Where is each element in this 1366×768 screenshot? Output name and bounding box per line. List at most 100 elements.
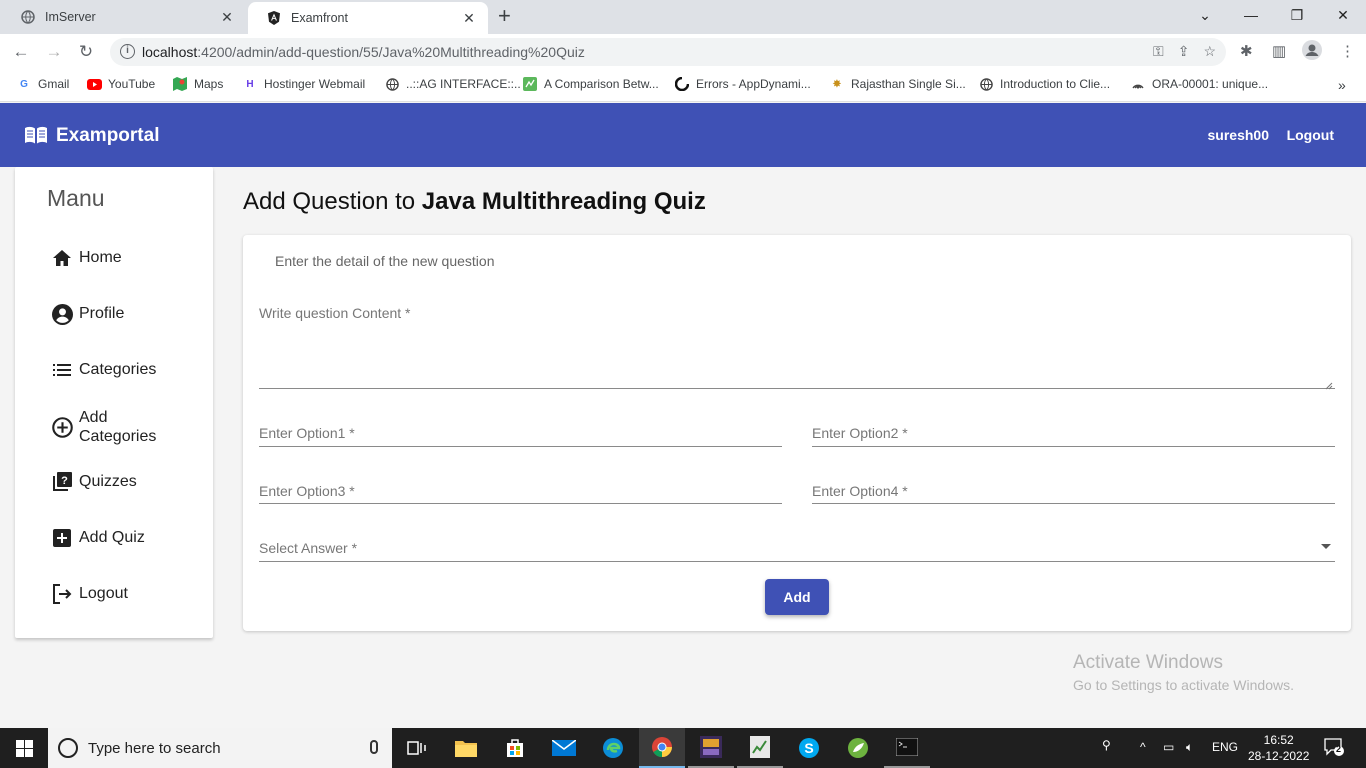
home-icon	[51, 247, 73, 269]
windows-start-icon[interactable]	[0, 728, 48, 768]
bookmark-label: Introduction to Clie...	[1000, 77, 1111, 91]
side-panel-icon[interactable]: ▥	[1272, 42, 1286, 60]
option3-input[interactable]: Enter Option3 *	[259, 479, 782, 504]
tab-search-icon[interactable]: ⌄	[1182, 0, 1228, 30]
gmail-icon: G	[20, 78, 28, 90]
bookmark-rajasthan[interactable]: ✸ Rajasthan Single Si...	[829, 77, 966, 91]
search-icon	[58, 738, 78, 758]
globe-icon	[384, 77, 400, 91]
answer-select[interactable]: Select Answer *	[259, 536, 1335, 562]
close-window-button[interactable]: ✕	[1320, 0, 1366, 30]
resize-handle-icon[interactable]	[1325, 377, 1333, 390]
add-question-card: Enter the detail of the new question Wri…	[243, 235, 1351, 631]
option1-placeholder: Enter Option1 *	[259, 425, 355, 441]
microphone-icon[interactable]	[370, 740, 378, 754]
app-title[interactable]: Examportal	[56, 125, 159, 147]
mail-icon[interactable]	[541, 728, 587, 768]
sidebar-item-categories[interactable]: Categories	[51, 359, 156, 381]
network-icon[interactable]: ▭	[1163, 740, 1174, 754]
bookmark-label: ORA-00001: unique...	[1152, 77, 1269, 91]
sidebar-item-quizzes[interactable]: ? Quizzes	[51, 471, 137, 493]
store-icon[interactable]	[492, 728, 538, 768]
url-host: localhost	[142, 44, 198, 60]
bookmark-label: Maps	[194, 77, 224, 91]
sidebar-item-home[interactable]: Home	[51, 247, 122, 269]
edge-icon[interactable]	[590, 728, 636, 768]
key-icon[interactable]: ⚿	[1153, 43, 1164, 60]
bookmark-gmail[interactable]: G Gmail	[16, 77, 69, 91]
chrome-icon[interactable]	[639, 728, 685, 768]
header-logout-button[interactable]: Logout	[1287, 127, 1334, 143]
option1-input[interactable]: Enter Option1 *	[259, 421, 782, 447]
volume-icon[interactable]: 🔈︎	[1186, 740, 1193, 755]
bookmark-hostinger[interactable]: H Hostinger Webmail	[242, 77, 365, 91]
card-subtitle: Enter the detail of the new question	[275, 253, 495, 269]
bookmark-introduction[interactable]: Introduction to Clie...	[978, 77, 1110, 91]
bookmark-oracle[interactable]: ORA-00001: unique...	[1130, 77, 1268, 91]
ide-app-icon[interactable]	[688, 728, 734, 768]
tab-imserver[interactable]: ImServer ✕	[2, 0, 246, 34]
skype-icon[interactable]: S	[786, 728, 832, 768]
bookmark-ag-interface[interactable]: ..::AG INTERFACE::..	[384, 77, 521, 91]
clock-date: 28-12-2022	[1248, 749, 1310, 763]
share-icon[interactable]: ⇪	[1178, 43, 1190, 60]
extensions-icon[interactable]: ✱	[1240, 42, 1253, 60]
book-icon	[24, 125, 48, 145]
task-view-icon[interactable]	[394, 728, 440, 768]
add-button[interactable]: Add	[765, 579, 829, 615]
forward-icon[interactable]: →	[44, 42, 64, 62]
address-bar[interactable]: i localhost:4200/admin/add-question/55/J…	[110, 38, 1226, 66]
tray-chevron-icon[interactable]: ^	[1140, 740, 1146, 754]
angular-icon	[266, 10, 282, 26]
clock[interactable]: 16:52 28-12-2022	[1248, 732, 1309, 764]
star-icon[interactable]: ☆	[1203, 43, 1216, 60]
minimize-button[interactable]: —	[1228, 0, 1274, 30]
youtube-icon	[86, 77, 102, 91]
reload-icon[interactable]: ↻	[76, 42, 96, 62]
url-text[interactable]: localhost:4200/admin/add-question/55/Jav…	[142, 44, 585, 60]
tab-examfront[interactable]: Examfront ✕	[248, 2, 488, 34]
language-indicator[interactable]: ENG	[1212, 740, 1238, 754]
terminal-icon[interactable]	[884, 728, 930, 768]
people-icon[interactable]: ⚲	[1102, 738, 1111, 752]
option2-input[interactable]: Enter Option2 *	[812, 421, 1335, 447]
spring-tool-icon[interactable]	[835, 728, 881, 768]
activate-windows-subtitle: Go to Settings to activate Windows.	[1073, 677, 1294, 693]
globe-icon	[20, 9, 36, 25]
profile-avatar-icon[interactable]	[1302, 40, 1322, 64]
bookmark-youtube[interactable]: YouTube	[86, 77, 155, 91]
site-info-icon[interactable]: i	[120, 44, 135, 59]
sidebar-item-profile[interactable]: Profile	[51, 303, 124, 325]
back-icon[interactable]: ←	[11, 42, 31, 62]
file-explorer-icon[interactable]	[443, 728, 489, 768]
bookmark-comparison[interactable]: A Comparison Betw...	[522, 77, 659, 91]
editor-app-icon[interactable]	[737, 728, 783, 768]
new-tab-button[interactable]: +	[498, 5, 511, 27]
sidebar-item-add-categories[interactable]: Add Categories	[51, 408, 169, 446]
question-content-textarea[interactable]: Write question Content *	[259, 303, 1335, 390]
restore-button[interactable]: ❐	[1274, 0, 1320, 30]
oracle-icon	[1130, 77, 1146, 91]
taskbar-search[interactable]: Type here to search	[48, 728, 392, 768]
sidebar-item-add-quiz[interactable]: Add Quiz	[51, 527, 145, 549]
more-bookmarks-icon[interactable]: »	[1338, 77, 1346, 93]
browser-toolbar: ← → ↻ i localhost:4200/admin/add-questio…	[0, 34, 1366, 70]
bookmark-appdynamics[interactable]: Errors - AppDynami...	[674, 77, 811, 91]
close-icon[interactable]: ✕	[218, 9, 236, 26]
hostinger-icon: H	[246, 78, 254, 90]
add-box-icon	[51, 527, 73, 549]
bookmark-maps[interactable]: Maps	[172, 77, 223, 91]
close-icon[interactable]: ✕	[460, 10, 478, 27]
menu-dots-icon[interactable]: ⋮	[1340, 42, 1355, 60]
sidebar: Manu Home Profile Categories Add Categor…	[15, 167, 213, 638]
sidebar-item-logout[interactable]: Logout	[51, 583, 128, 605]
username-link[interactable]: suresh00	[1208, 127, 1269, 143]
bookmark-label: ..::AG INTERFACE::..	[406, 77, 521, 91]
bookmark-label: Rajasthan Single Si...	[851, 77, 966, 91]
option4-input[interactable]: Enter Option4 *	[812, 479, 1335, 504]
option4-placeholder: Enter Option4 *	[812, 483, 908, 499]
notifications-icon[interactable]: 2	[1324, 738, 1344, 759]
bookmark-label: A Comparison Betw...	[544, 77, 659, 91]
sidebar-item-label: Home	[79, 249, 122, 266]
sidebar-item-label: Add Categories	[79, 409, 157, 445]
